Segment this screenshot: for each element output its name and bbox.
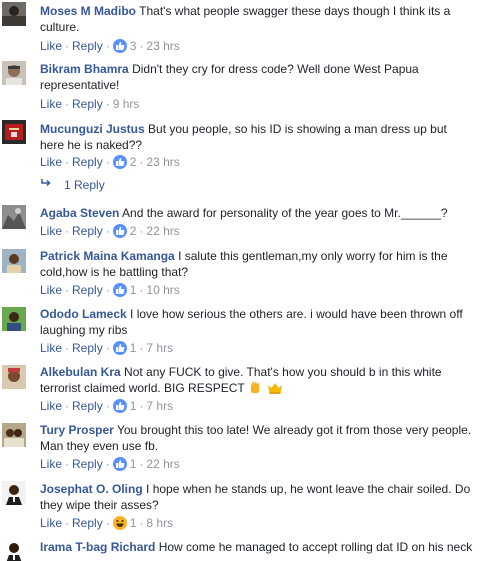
like-link[interactable]: Like [40,399,62,413]
timestamp[interactable]: 7 hrs [146,399,173,413]
comment-author[interactable]: Alkebulan Kra [40,365,121,379]
reply-link[interactable]: Reply [72,97,103,111]
like-reaction-icon[interactable] [112,155,127,169]
haha-reaction-icon[interactable] [112,516,127,530]
raised-fist-icon [248,381,264,395]
like-link[interactable]: Like [40,224,62,238]
reply-link[interactable]: Reply [72,516,103,530]
reply-link[interactable]: Reply [72,341,103,355]
comment-author[interactable]: Ododo Lameck [40,307,127,321]
timestamp[interactable]: 22 hrs [146,224,179,238]
like-link[interactable]: Like [40,39,62,53]
comment-author[interactable]: Irama T-bag Richard [40,540,155,554]
reply-link[interactable]: Reply [72,283,103,297]
avatar[interactable] [2,307,26,331]
reply-link[interactable]: Reply [72,224,103,238]
like-link[interactable]: Like [40,516,62,530]
avatar[interactable] [2,423,26,447]
reply-link[interactable]: Reply [72,399,103,413]
comment-author[interactable]: Patrick Maina Kamanga [40,249,175,263]
like-link[interactable]: Like [40,341,62,355]
like-reaction-icon[interactable] [112,39,127,53]
comment-author[interactable]: Agaba Steven [40,206,119,220]
crown-icon [267,381,283,395]
comment-text: How come he managed to accept rolling da… [158,540,473,554]
reply-link[interactable]: Reply [72,39,103,53]
avatar[interactable] [2,205,26,229]
replies-count-link[interactable]: 1 Reply [64,177,105,193]
comment-author[interactable]: Moses M Madibo [40,4,136,18]
comment-text: And the award for personality of the yea… [122,206,448,220]
timestamp[interactable]: 8 hrs [146,516,173,530]
avatar[interactable] [2,61,26,85]
comment-author[interactable]: Bikram Bhamra [40,62,129,76]
timestamp[interactable]: 10 hrs [146,283,179,297]
reply-link[interactable]: Reply [72,155,103,169]
avatar[interactable] [2,249,26,273]
like-link[interactable]: Like [40,155,62,169]
like-link[interactable]: Like [40,97,62,111]
like-reaction-icon[interactable] [112,283,127,297]
reply-link[interactable]: Reply [72,457,103,471]
timestamp[interactable]: 22 hrs [146,457,179,471]
like-link[interactable]: Like [40,457,62,471]
comment-author[interactable]: Josephat O. Oling [40,482,143,496]
like-reaction-icon[interactable] [112,341,127,355]
like-reaction-icon[interactable] [112,224,127,238]
avatar[interactable] [2,539,26,561]
comment-author[interactable]: Mucunguzi Justus [40,122,145,136]
like-link[interactable]: Like [40,283,62,297]
comment-author[interactable]: Tury Prosper [40,423,114,437]
avatar[interactable] [2,2,26,26]
avatar[interactable] [2,365,26,389]
reply-arrow-icon [40,177,52,193]
avatar[interactable] [2,481,26,505]
timestamp[interactable]: 23 hrs [146,39,179,53]
like-reaction-icon[interactable] [112,399,127,413]
like-reaction-icon[interactable] [112,457,127,471]
timestamp[interactable]: 23 hrs [146,155,179,169]
timestamp[interactable]: 7 hrs [146,341,173,355]
avatar[interactable] [2,120,26,144]
timestamp[interactable]: 9 hrs [113,97,140,111]
